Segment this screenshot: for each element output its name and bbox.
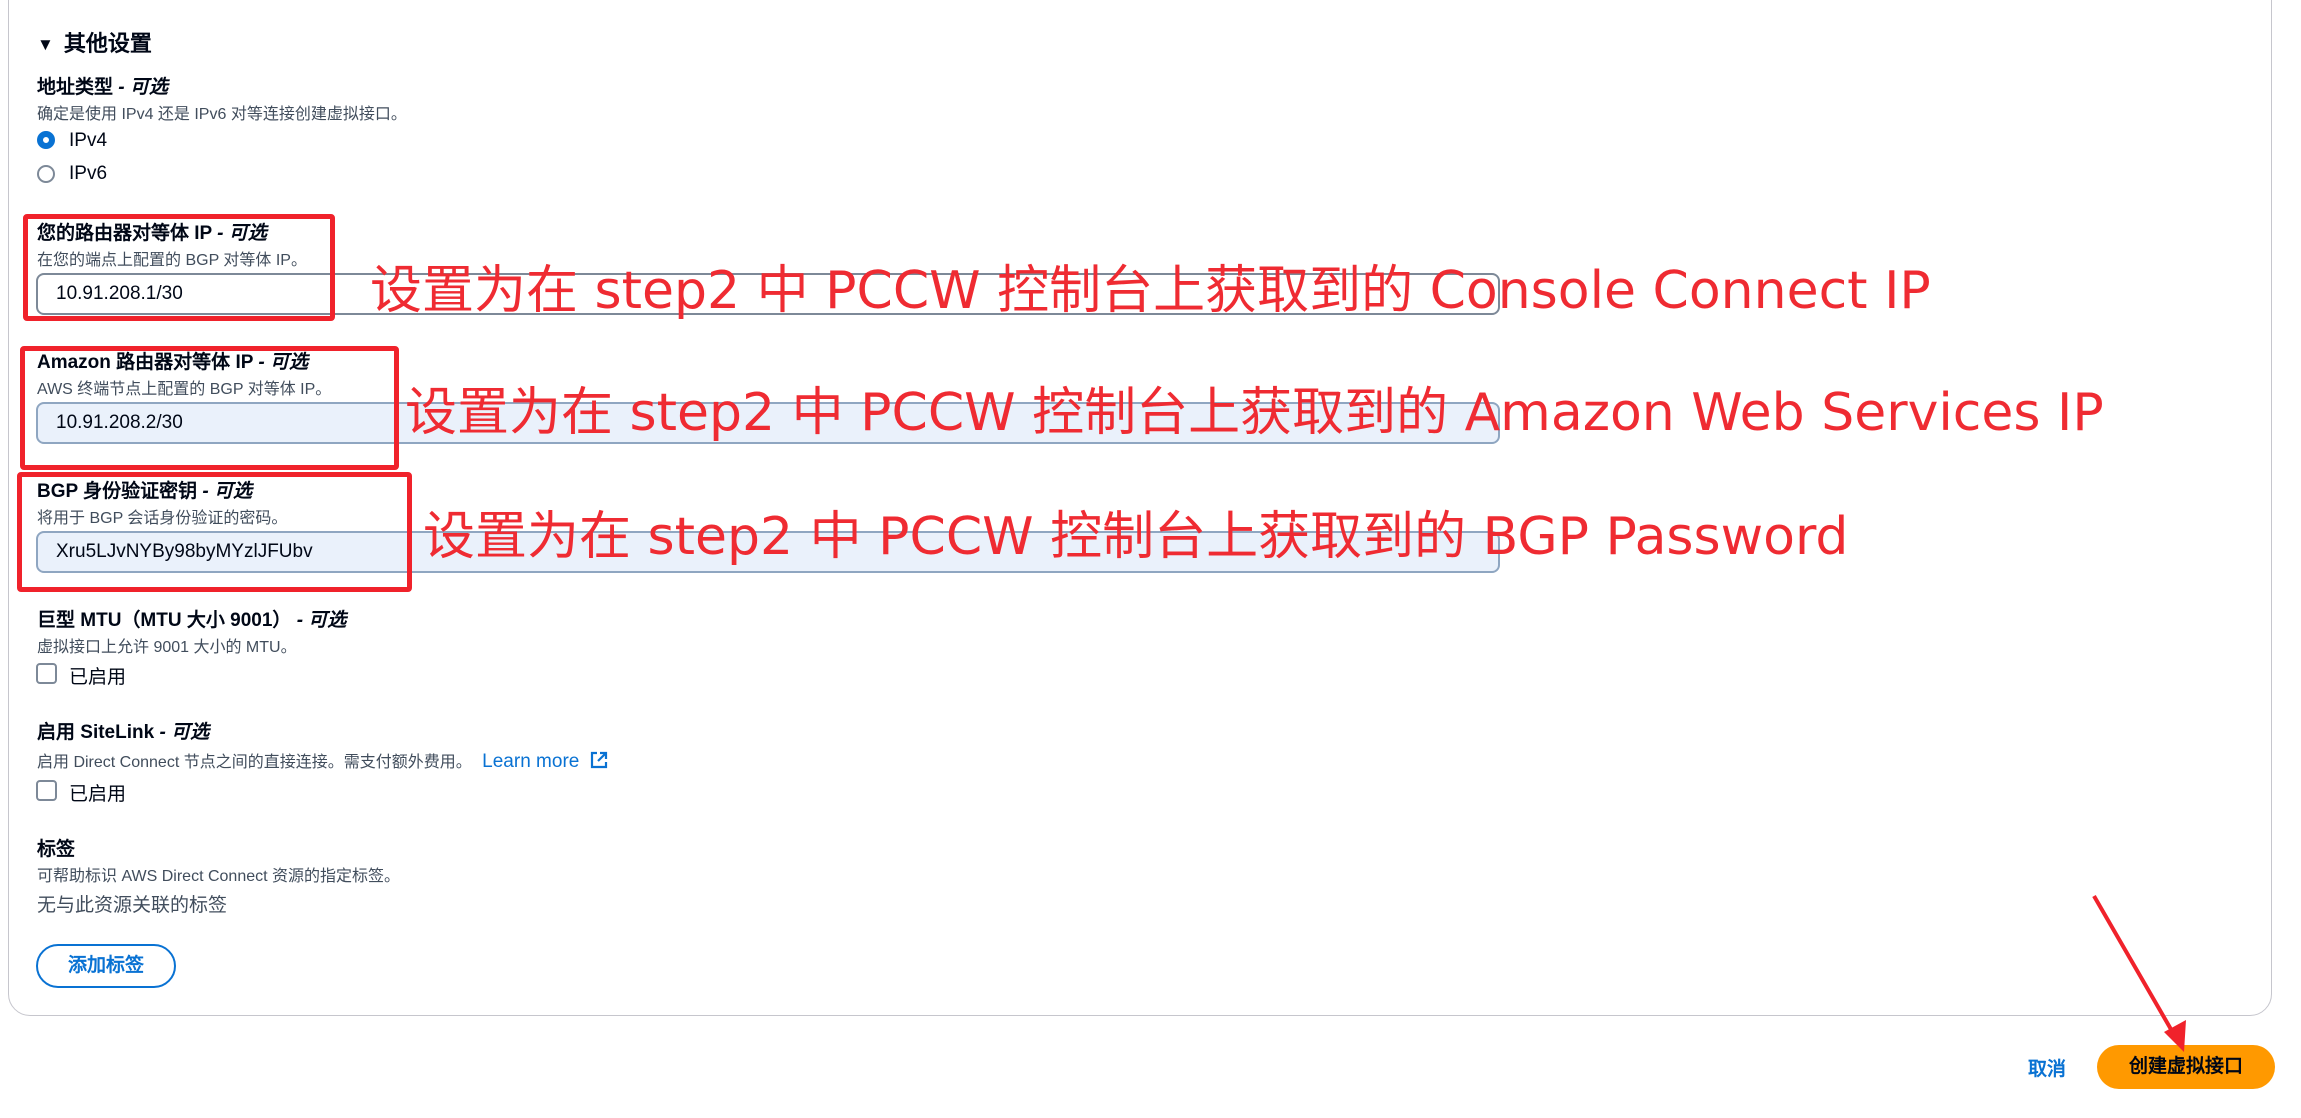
optional-tag: - 可选 — [118, 77, 168, 98]
optional-tag: - 可选 — [159, 722, 210, 743]
cancel-button[interactable]: 取消 — [2028, 1054, 2066, 1081]
annotation-bgp-password: 设置为在 step2 中 PCCW 控制台上获取到的 BGP Password — [423, 507, 1849, 567]
tags-description: 可帮助标识 AWS Direct Connect 资源的指定标签。 — [37, 868, 401, 885]
annotation-amazon-ip: 设置为在 step2 中 PCCW 控制台上获取到的 Amazon Web Se… — [405, 383, 2104, 443]
annotation-arrow-icon — [2092, 894, 2186, 1052]
ipv6-radio[interactable] — [37, 165, 55, 183]
jumbo-mtu-label: 巨型 MTU（MTU 大小 9001） - 可选 — [37, 610, 347, 631]
sitelink-checkbox[interactable] — [36, 780, 57, 801]
learn-more-link[interactable]: Learn more — [482, 751, 608, 772]
annotation-router-ip: 设置为在 step2 中 PCCW 控制台上获取到的 Console Conne… — [370, 261, 1931, 321]
optional-tag: - 可选 — [296, 610, 347, 631]
add-tag-button[interactable]: 添加标签 — [36, 944, 176, 988]
sitelink-checkbox-label[interactable]: 已启用 — [69, 779, 126, 806]
section-header-additional-settings[interactable]: ▼ 其他设置 — [37, 26, 152, 58]
highlight-box-router-ip — [23, 214, 335, 321]
ipv6-radio-label[interactable]: IPv6 — [69, 163, 107, 185]
ipv4-radio[interactable] — [37, 131, 55, 149]
address-type-label: 地址类型 - 可选 — [37, 77, 168, 98]
caret-down-icon: ▼ — [37, 35, 54, 54]
sitelink-label: 启用 SiteLink - 可选 — [37, 722, 210, 743]
section-title: 其他设置 — [63, 31, 152, 56]
highlight-box-bgp-key — [17, 472, 412, 592]
jumbo-mtu-description: 虚拟接口上允许 9001 大小的 MTU。 — [37, 639, 297, 656]
tags-empty-text: 无与此资源关联的标签 — [37, 895, 228, 916]
jumbo-mtu-checkbox-label[interactable]: 已启用 — [69, 662, 126, 689]
ipv4-radio-label[interactable]: IPv4 — [69, 130, 107, 152]
highlight-box-amazon-ip — [20, 346, 399, 470]
external-link-icon — [590, 751, 607, 769]
address-type-description: 确定是使用 IPv4 还是 IPv6 对等连接创建虚拟接口。 — [37, 106, 407, 123]
jumbo-mtu-checkbox[interactable] — [36, 663, 57, 684]
tags-label: 标签 — [37, 839, 76, 860]
sitelink-description: 启用 Direct Connect 节点之间的直接连接。需支付额外费用。 Lea… — [37, 748, 609, 773]
